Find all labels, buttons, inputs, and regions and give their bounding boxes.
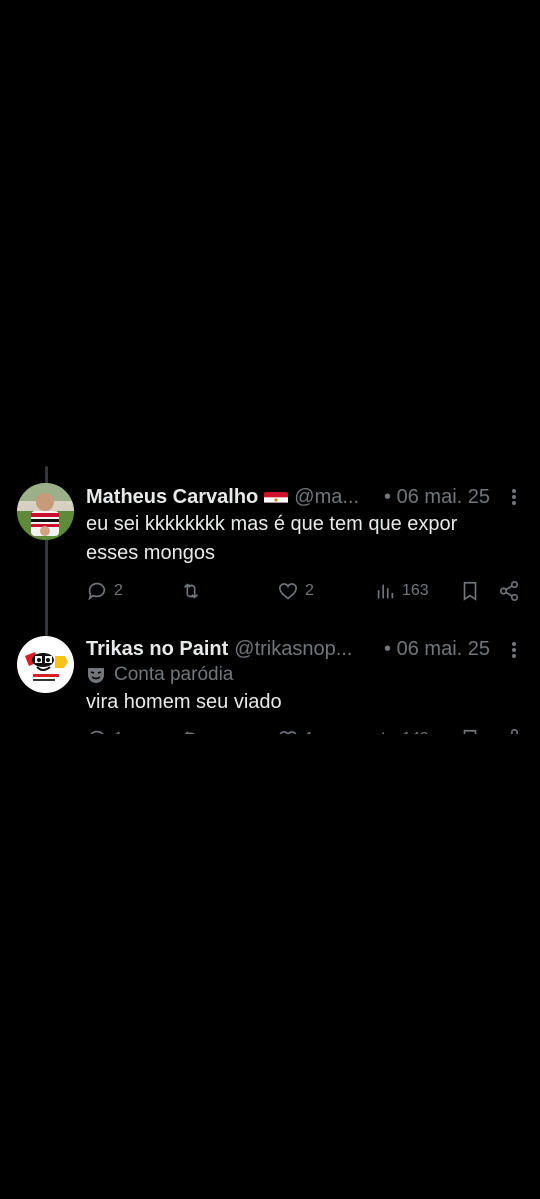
tweet-text-line: esses mongos [86,542,215,564]
tweet-header: Matheus Carvalho @ma... • 06 mai. 25 [86,484,490,510]
like-icon [278,583,298,600]
more-icon[interactable] [510,487,518,507]
tweet-actions: 2 2 163 [86,580,522,610]
author-name[interactable]: Matheus Carvalho [86,484,258,510]
tweet-text: eu sei kkkkkkkk mas é que tem que expor … [86,510,510,568]
tweet-date[interactable]: • 06 mai. 25 [384,484,490,510]
tweet-text-line: vira homem seu viado [86,691,282,713]
author-handle[interactable]: @trikasnop... [234,636,352,662]
tweet-date[interactable]: • 06 mai. 25 [384,636,490,662]
reply-button[interactable]: 2 [86,580,123,602]
views-icon [377,584,394,599]
parody-label: Conta paródia [114,664,234,685]
like-button[interactable]: 2 [277,580,314,602]
flag-icon [264,489,289,508]
tweet-header: Trikas no Paint @trikasnop... • 06 mai. … [86,636,490,662]
tweet-text-line: eu sei kkkkkkkk mas é que tem que expor [86,513,458,535]
author-name[interactable]: Trikas no Paint [86,636,228,662]
share-button[interactable] [498,580,520,602]
share-icon [499,581,519,601]
retweet-button[interactable] [180,580,202,602]
bookmark-button[interactable] [459,580,481,602]
reply-count: 2 [114,582,123,599]
retweet-icon [183,583,199,599]
author-handle[interactable]: @ma... [294,484,359,510]
parody-badge: Conta paródia [86,663,233,687]
tweet-text: vira homem seu viado [86,688,510,717]
parody-mask-icon [88,668,104,683]
bookmark-icon [463,581,477,601]
like-count: 2 [305,582,314,599]
more-icon[interactable] [510,640,518,660]
avatar-trikas[interactable] [17,636,74,693]
reply-icon [88,582,106,601]
cropped-area [0,734,540,1199]
avatar-matheus[interactable] [17,483,74,540]
views-button[interactable]: 163 [374,580,429,602]
views-count: 163 [402,582,429,599]
